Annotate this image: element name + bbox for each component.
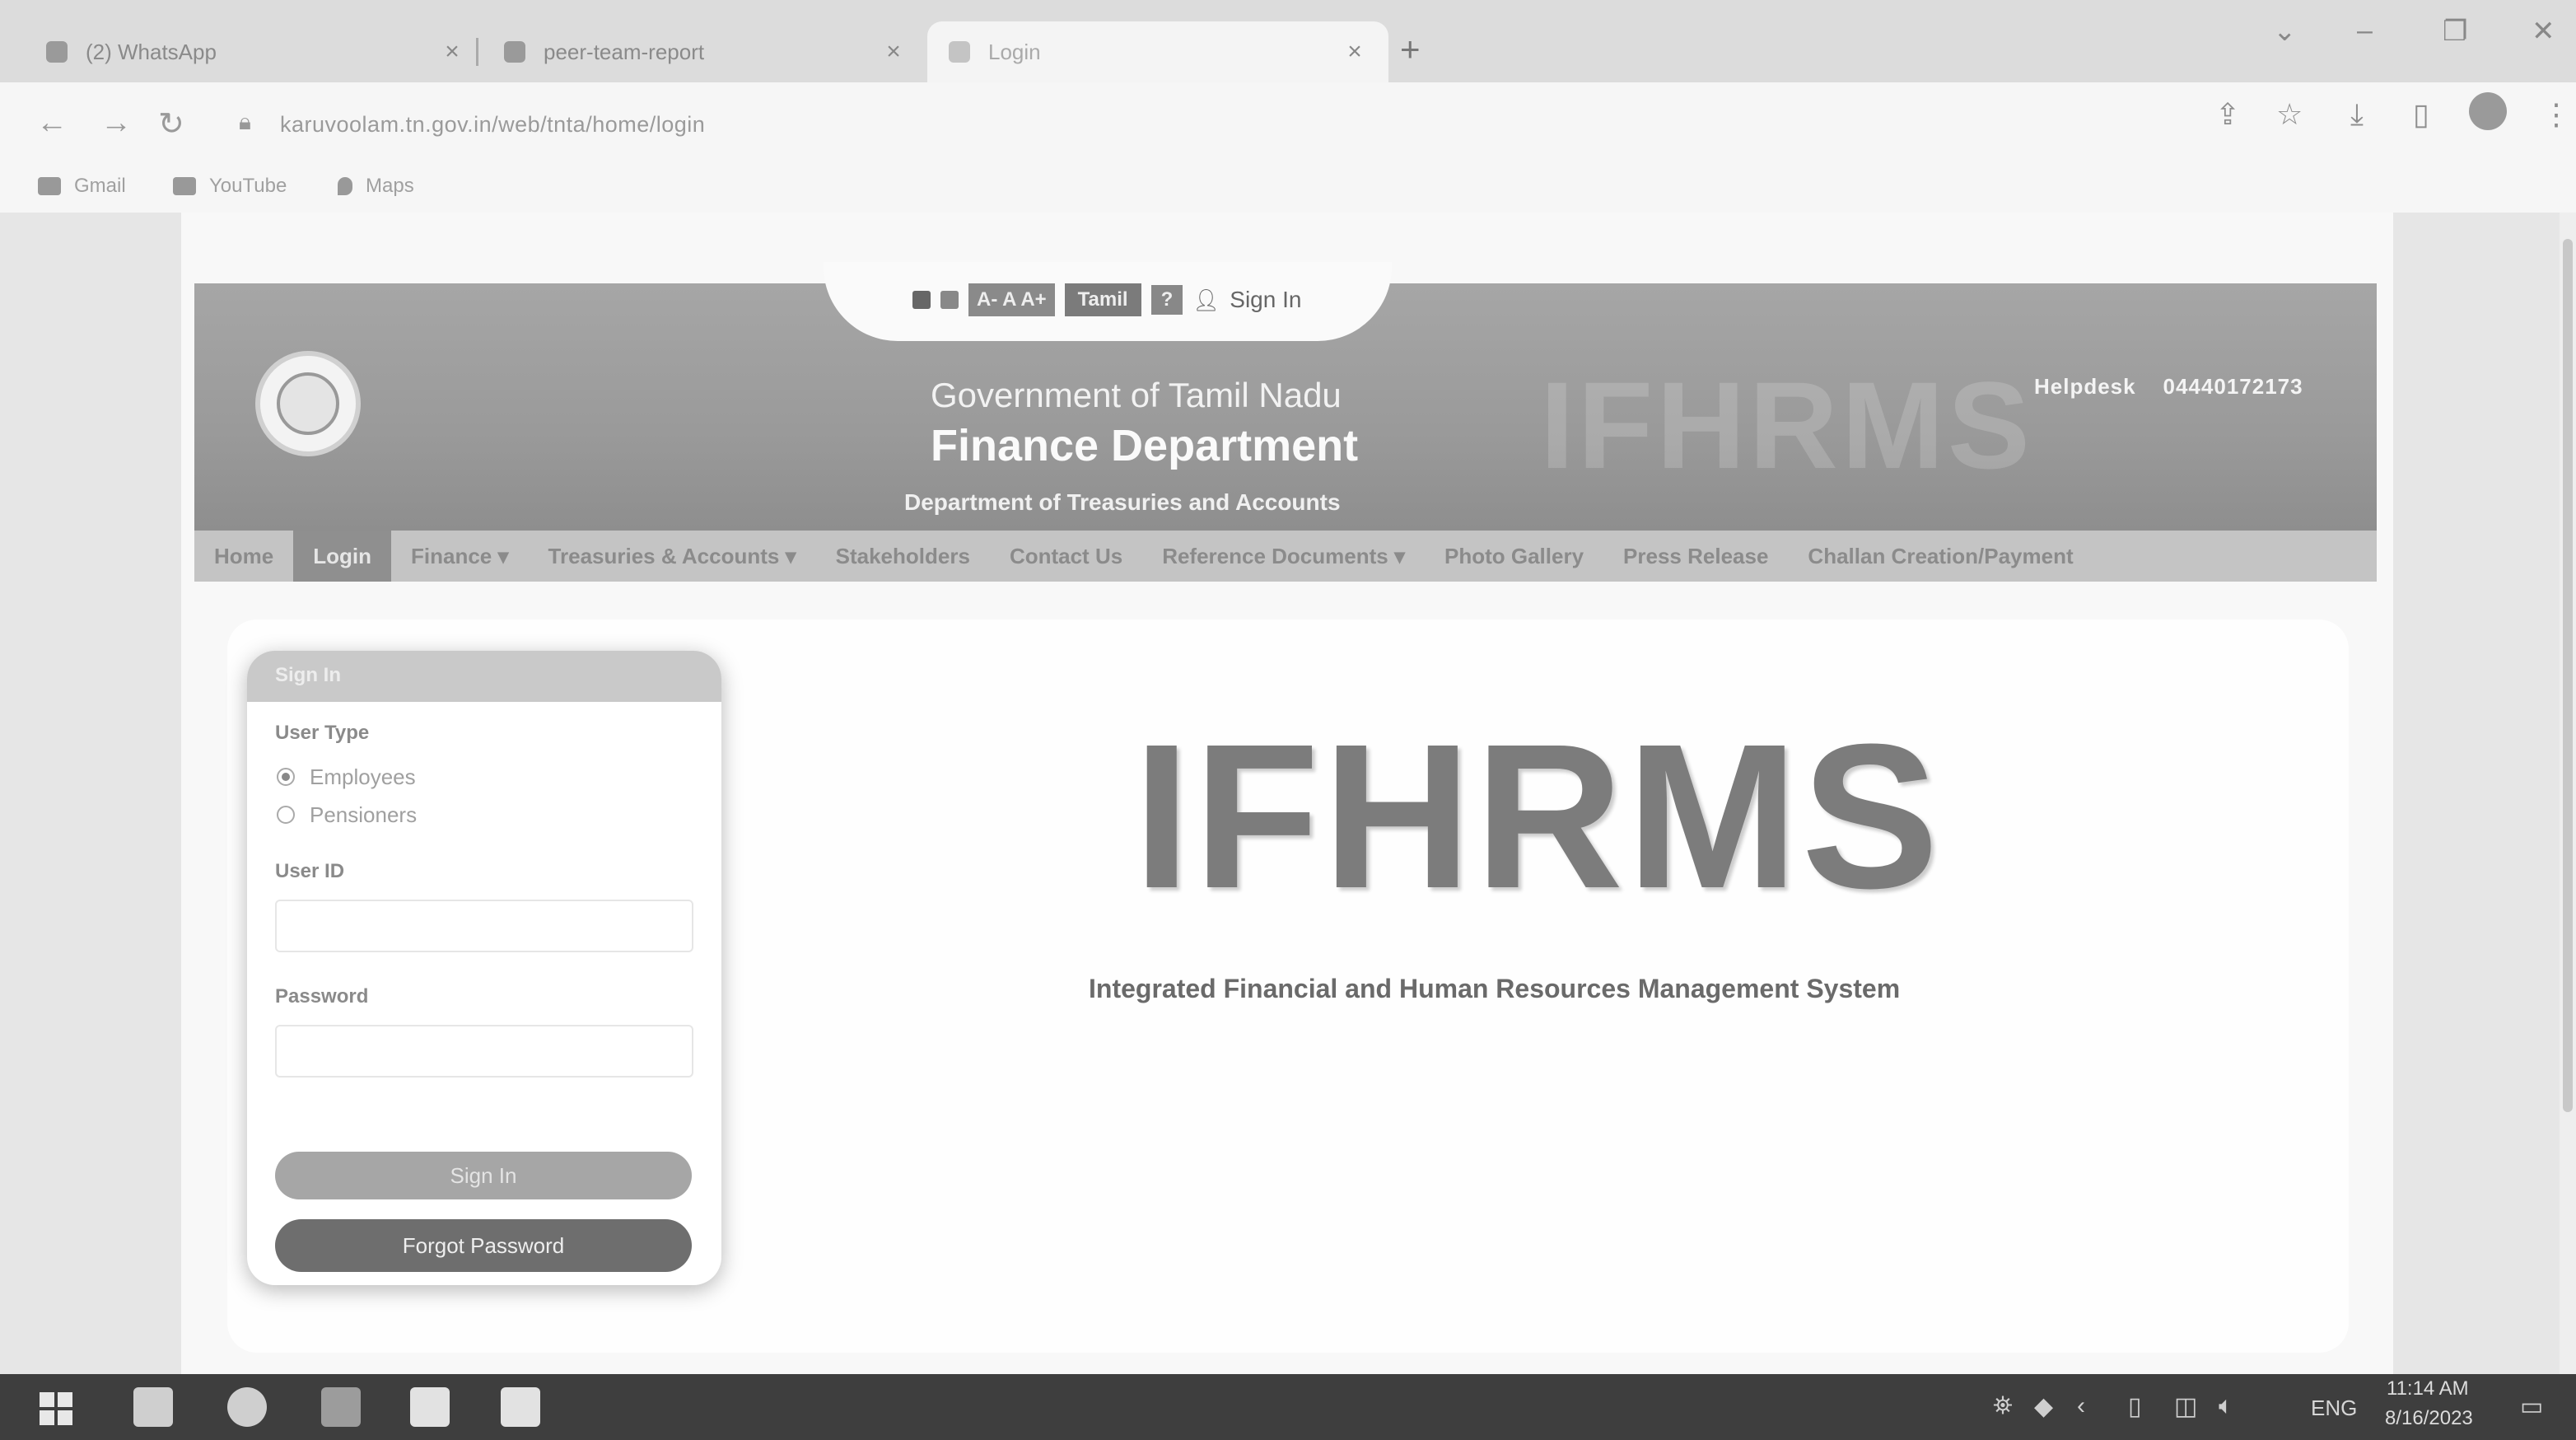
dropbox-icon[interactable]: ◆ xyxy=(2034,1392,2053,1421)
tab-close-icon[interactable]: × xyxy=(440,38,464,66)
nav-item-treasuries-accounts[interactable]: Treasuries & Accounts ▾ xyxy=(529,531,816,582)
volume-icon[interactable]: 🔈︎ xyxy=(2219,1392,2233,1420)
tray-chevron-icon[interactable]: ‹ xyxy=(2077,1392,2085,1420)
user-type-label: User Type xyxy=(275,722,370,744)
user-id-label: User ID xyxy=(275,860,345,882)
pensioners-radio[interactable] xyxy=(277,806,295,824)
bookmark-gmail[interactable]: Gmail xyxy=(38,175,126,198)
input-language-indicator[interactable]: ENG xyxy=(2311,1396,2357,1421)
side-panel-icon[interactable]: ▯ xyxy=(2413,97,2429,132)
access-icon[interactable] xyxy=(501,1387,540,1427)
header-sub-department: Department of Treasuries and Accounts xyxy=(904,489,1341,515)
browser-menu-icon[interactable]: ⋮ xyxy=(2541,97,2571,132)
network-icon[interactable]: ⛯ xyxy=(1993,1392,2013,1420)
tamil-language-button[interactable]: Tamil xyxy=(1064,283,1141,316)
tab-title: Login xyxy=(988,39,1041,64)
sitemap-icon[interactable] xyxy=(912,291,931,309)
tab-close-icon[interactable]: × xyxy=(881,38,906,66)
header-signin-link[interactable]: Sign In xyxy=(1230,287,1301,313)
tab-search-icon[interactable]: ⌄ xyxy=(2273,15,2297,48)
browser-tab-report[interactable]: peer-team-report × xyxy=(483,21,927,82)
bookmark-label: YouTube xyxy=(209,175,287,197)
ifhrms-subtitle: Integrated Financial and Human Resources… xyxy=(1089,974,1901,1003)
reload-icon[interactable]: ↻ xyxy=(158,105,184,143)
font-size-buttons[interactable]: A- A A+ xyxy=(968,283,1055,316)
employees-radio-label[interactable]: Employees xyxy=(310,764,416,790)
taskbar-app-icon[interactable] xyxy=(321,1387,361,1427)
browser-tab-login-active[interactable]: Login × xyxy=(927,21,1388,82)
nav-item-reference-documents[interactable]: Reference Documents ▾ xyxy=(1142,531,1425,582)
nav-item-finance[interactable]: Finance ▾ xyxy=(391,531,529,582)
helpdesk-info: Helpdesk 04440172173 xyxy=(2034,374,2303,400)
tab-close-icon[interactable]: × xyxy=(1342,38,1367,66)
password-input[interactable] xyxy=(275,1025,693,1078)
notifications-icon[interactable]: ▭ xyxy=(2520,1392,2543,1421)
user-icon: 👤︎ xyxy=(1192,287,1220,312)
header-department-title: Finance Department xyxy=(931,421,1359,470)
windows-start-icon[interactable] xyxy=(40,1392,72,1425)
emblem-inner-icon xyxy=(277,372,339,435)
nav-item-contact-us[interactable]: Contact Us xyxy=(990,531,1142,582)
taskbar-clock-time[interactable]: 11:14 AM xyxy=(2387,1377,2469,1400)
wifi-icon[interactable]: ◫ xyxy=(2174,1392,2197,1421)
tab-separator xyxy=(476,38,478,66)
bookmark-star-icon[interactable]: ☆ xyxy=(2276,97,2303,132)
pensioners-radio-label[interactable]: Pensioners xyxy=(310,802,417,828)
employees-radio[interactable] xyxy=(277,768,295,786)
tab-title: (2) WhatsApp xyxy=(86,39,217,64)
file-explorer-icon[interactable] xyxy=(133,1387,173,1427)
help-button[interactable]: ? xyxy=(1150,285,1183,315)
nav-item-login[interactable]: Login xyxy=(293,531,392,582)
lock-icon[interactable]: 🔒︎ xyxy=(239,109,251,136)
browser-tab-whatsapp[interactable]: (2) WhatsApp × xyxy=(25,21,486,82)
main-nav-menu: Home Login Finance ▾ Treasuries & Accoun… xyxy=(194,531,2377,582)
share-icon[interactable]: ⇪ xyxy=(2215,97,2240,132)
minimize-button[interactable]: – xyxy=(2357,15,2373,47)
accessibility-bar: A- A A+ Tamil ? 👤︎ Sign In xyxy=(912,283,1301,316)
back-icon[interactable]: ← xyxy=(36,105,68,141)
helpdesk-number: 04440172173 xyxy=(2163,374,2303,399)
chrome-icon[interactable] xyxy=(227,1387,267,1427)
password-label: Password xyxy=(275,985,369,1008)
download-icon[interactable]: ⤓ xyxy=(2350,97,2364,133)
map-pin-icon xyxy=(338,177,352,195)
profile-avatar[interactable] xyxy=(2469,92,2507,130)
battery-icon[interactable]: ▯ xyxy=(2128,1392,2142,1421)
print-icon[interactable] xyxy=(940,291,959,309)
gmail-icon xyxy=(38,177,61,195)
restore-button[interactable]: ❐ xyxy=(2443,15,2467,48)
nav-item-stakeholders[interactable]: Stakeholders xyxy=(816,531,990,582)
youtube-icon xyxy=(173,177,196,195)
nav-item-home[interactable]: Home xyxy=(194,531,293,582)
forgot-password-button[interactable]: Forgot Password xyxy=(275,1219,692,1272)
bookmark-label: Maps xyxy=(366,175,414,197)
bookmark-maps[interactable]: Maps xyxy=(338,175,414,198)
nav-item-press-release[interactable]: Press Release xyxy=(1603,531,1788,582)
scrollbar-thumb[interactable] xyxy=(2563,239,2573,1112)
close-window-button[interactable]: ✕ xyxy=(2532,15,2555,48)
tab-title: peer-team-report xyxy=(544,39,705,64)
whatsapp-favicon-icon xyxy=(46,41,68,63)
signin-button[interactable]: Sign In xyxy=(275,1152,692,1199)
drive-favicon-icon xyxy=(504,41,525,63)
user-id-input[interactable] xyxy=(275,900,693,952)
new-tab-button[interactable]: + xyxy=(1400,30,1421,69)
bookmark-label: Gmail xyxy=(74,175,126,197)
url-text[interactable]: karuvoolam.tn.gov.in/web/tnta/home/login xyxy=(280,112,705,138)
nav-item-challan-creation[interactable]: Challan Creation/Payment xyxy=(1788,531,2093,582)
bookmark-youtube[interactable]: YouTube xyxy=(173,175,287,198)
helpdesk-label: Helpdesk xyxy=(2034,374,2136,399)
header-government-title: Government of Tamil Nadu xyxy=(931,376,1342,414)
page-favicon-icon xyxy=(949,41,970,63)
forward-icon[interactable]: → xyxy=(100,105,132,141)
ifhrms-hero-title: IFHRMS xyxy=(1133,701,1943,931)
nav-item-photo-gallery[interactable]: Photo Gallery xyxy=(1425,531,1603,582)
header-watermark-logo: IFHRMS xyxy=(1540,356,2033,494)
word-icon[interactable] xyxy=(410,1387,450,1427)
taskbar-clock-date[interactable]: 8/16/2023 xyxy=(2385,1407,2473,1430)
signin-panel-title: Sign In xyxy=(275,664,341,686)
